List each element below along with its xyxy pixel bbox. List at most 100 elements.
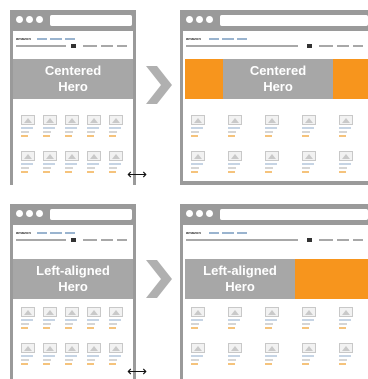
product-tile[interactable] <box>21 151 35 175</box>
product-tile[interactable] <box>302 151 316 175</box>
browser-window-centered-narrow: amazon Centered Hero <box>10 10 136 185</box>
horizontal-resize-icon[interactable]: ⟷ <box>127 167 147 181</box>
product-tile[interactable] <box>265 343 279 367</box>
window-dot <box>16 16 23 23</box>
product-tile[interactable] <box>109 307 123 331</box>
product-tile[interactable] <box>339 343 353 367</box>
product-tile[interactable] <box>265 151 279 175</box>
product-tile[interactable] <box>265 307 279 331</box>
cart-link[interactable] <box>101 45 113 47</box>
address-bar[interactable] <box>50 209 132 220</box>
address-bar[interactable] <box>220 209 368 220</box>
product-tile[interactable] <box>191 307 205 331</box>
account-link[interactable] <box>319 239 333 241</box>
search-button[interactable] <box>71 238 76 242</box>
site-logo: amazon <box>186 230 201 235</box>
product-tile[interactable] <box>191 115 205 139</box>
page-viewport: amazon Centered Hero <box>183 31 368 181</box>
nav-link[interactable] <box>37 232 47 234</box>
product-tile[interactable] <box>43 151 57 175</box>
product-tile[interactable] <box>228 151 242 175</box>
window-dot <box>186 210 193 217</box>
product-tile[interactable] <box>265 115 279 139</box>
browser-window-left-aligned-wide: amazon Left-aligned Hero <box>180 204 368 379</box>
product-tile[interactable] <box>339 151 353 175</box>
product-tile[interactable] <box>43 343 57 367</box>
menu-link[interactable] <box>117 239 127 241</box>
hero-line-2: Hero <box>58 79 88 94</box>
search-field[interactable] <box>186 239 298 241</box>
nav-link[interactable] <box>209 232 219 234</box>
address-bar[interactable] <box>50 15 132 26</box>
search-field[interactable] <box>16 239 66 241</box>
nav-link[interactable] <box>222 232 234 234</box>
nav-link[interactable] <box>50 38 62 40</box>
product-tile[interactable] <box>43 307 57 331</box>
cart-link[interactable] <box>337 45 349 47</box>
window-dot <box>26 16 33 23</box>
product-tile[interactable] <box>228 343 242 367</box>
hero-side-fill-right <box>295 259 368 299</box>
product-tile[interactable] <box>302 343 316 367</box>
window-dot <box>206 210 213 217</box>
hero-side-fill-right <box>333 59 368 99</box>
nav-link[interactable] <box>237 232 247 234</box>
nav-link[interactable] <box>50 232 62 234</box>
product-tile[interactable] <box>65 343 79 367</box>
hero-line-2: Hero <box>263 79 293 94</box>
product-tile[interactable] <box>191 343 205 367</box>
menu-link[interactable] <box>353 45 363 47</box>
nav-link[interactable] <box>209 38 219 40</box>
product-tile[interactable] <box>228 115 242 139</box>
product-tile[interactable] <box>191 151 205 175</box>
hero-line-1: Centered <box>249 63 307 78</box>
account-link[interactable] <box>83 45 97 47</box>
product-tile[interactable] <box>228 307 242 331</box>
product-tile[interactable] <box>65 151 79 175</box>
product-tile[interactable] <box>21 115 35 139</box>
horizontal-resize-icon[interactable]: ⟷ <box>127 364 147 378</box>
window-dot <box>16 210 23 217</box>
nav-link[interactable] <box>222 38 234 40</box>
product-tile[interactable] <box>87 151 101 175</box>
product-tile[interactable] <box>87 115 101 139</box>
page-viewport: amazon Left-aligned Hero <box>183 225 368 379</box>
account-link[interactable] <box>83 239 97 241</box>
menu-link[interactable] <box>353 239 363 241</box>
cart-link[interactable] <box>101 239 113 241</box>
product-tile[interactable] <box>65 115 79 139</box>
product-tile[interactable] <box>109 343 123 367</box>
product-tile[interactable] <box>87 307 101 331</box>
product-tile[interactable] <box>21 307 35 331</box>
search-button[interactable] <box>71 44 76 48</box>
product-tile[interactable] <box>21 343 35 367</box>
site-logo: amazon <box>16 230 31 235</box>
product-tile[interactable] <box>43 115 57 139</box>
nav-link[interactable] <box>237 38 247 40</box>
hero-banner: Centered Hero <box>223 59 333 99</box>
product-tile[interactable] <box>339 307 353 331</box>
browser-window-centered-wide: amazon Centered Hero <box>180 10 368 185</box>
nav-link[interactable] <box>37 38 47 40</box>
nav-link[interactable] <box>65 38 75 40</box>
product-tile[interactable] <box>302 307 316 331</box>
search-field[interactable] <box>186 45 298 47</box>
product-tile[interactable] <box>109 151 123 175</box>
chevron-right-icon <box>146 260 172 298</box>
search-button[interactable] <box>307 238 312 242</box>
nav-link[interactable] <box>65 232 75 234</box>
product-tile[interactable] <box>65 307 79 331</box>
hero-line-1: Centered <box>44 63 102 78</box>
product-tile[interactable] <box>302 115 316 139</box>
address-bar[interactable] <box>220 15 368 26</box>
product-tile[interactable] <box>87 343 101 367</box>
product-tile[interactable] <box>339 115 353 139</box>
search-field[interactable] <box>16 45 66 47</box>
product-tile[interactable] <box>109 115 123 139</box>
account-link[interactable] <box>319 45 333 47</box>
cart-link[interactable] <box>337 239 349 241</box>
menu-link[interactable] <box>117 45 127 47</box>
search-button[interactable] <box>307 44 312 48</box>
site-logo: amazon <box>186 36 201 41</box>
window-dot <box>36 210 43 217</box>
